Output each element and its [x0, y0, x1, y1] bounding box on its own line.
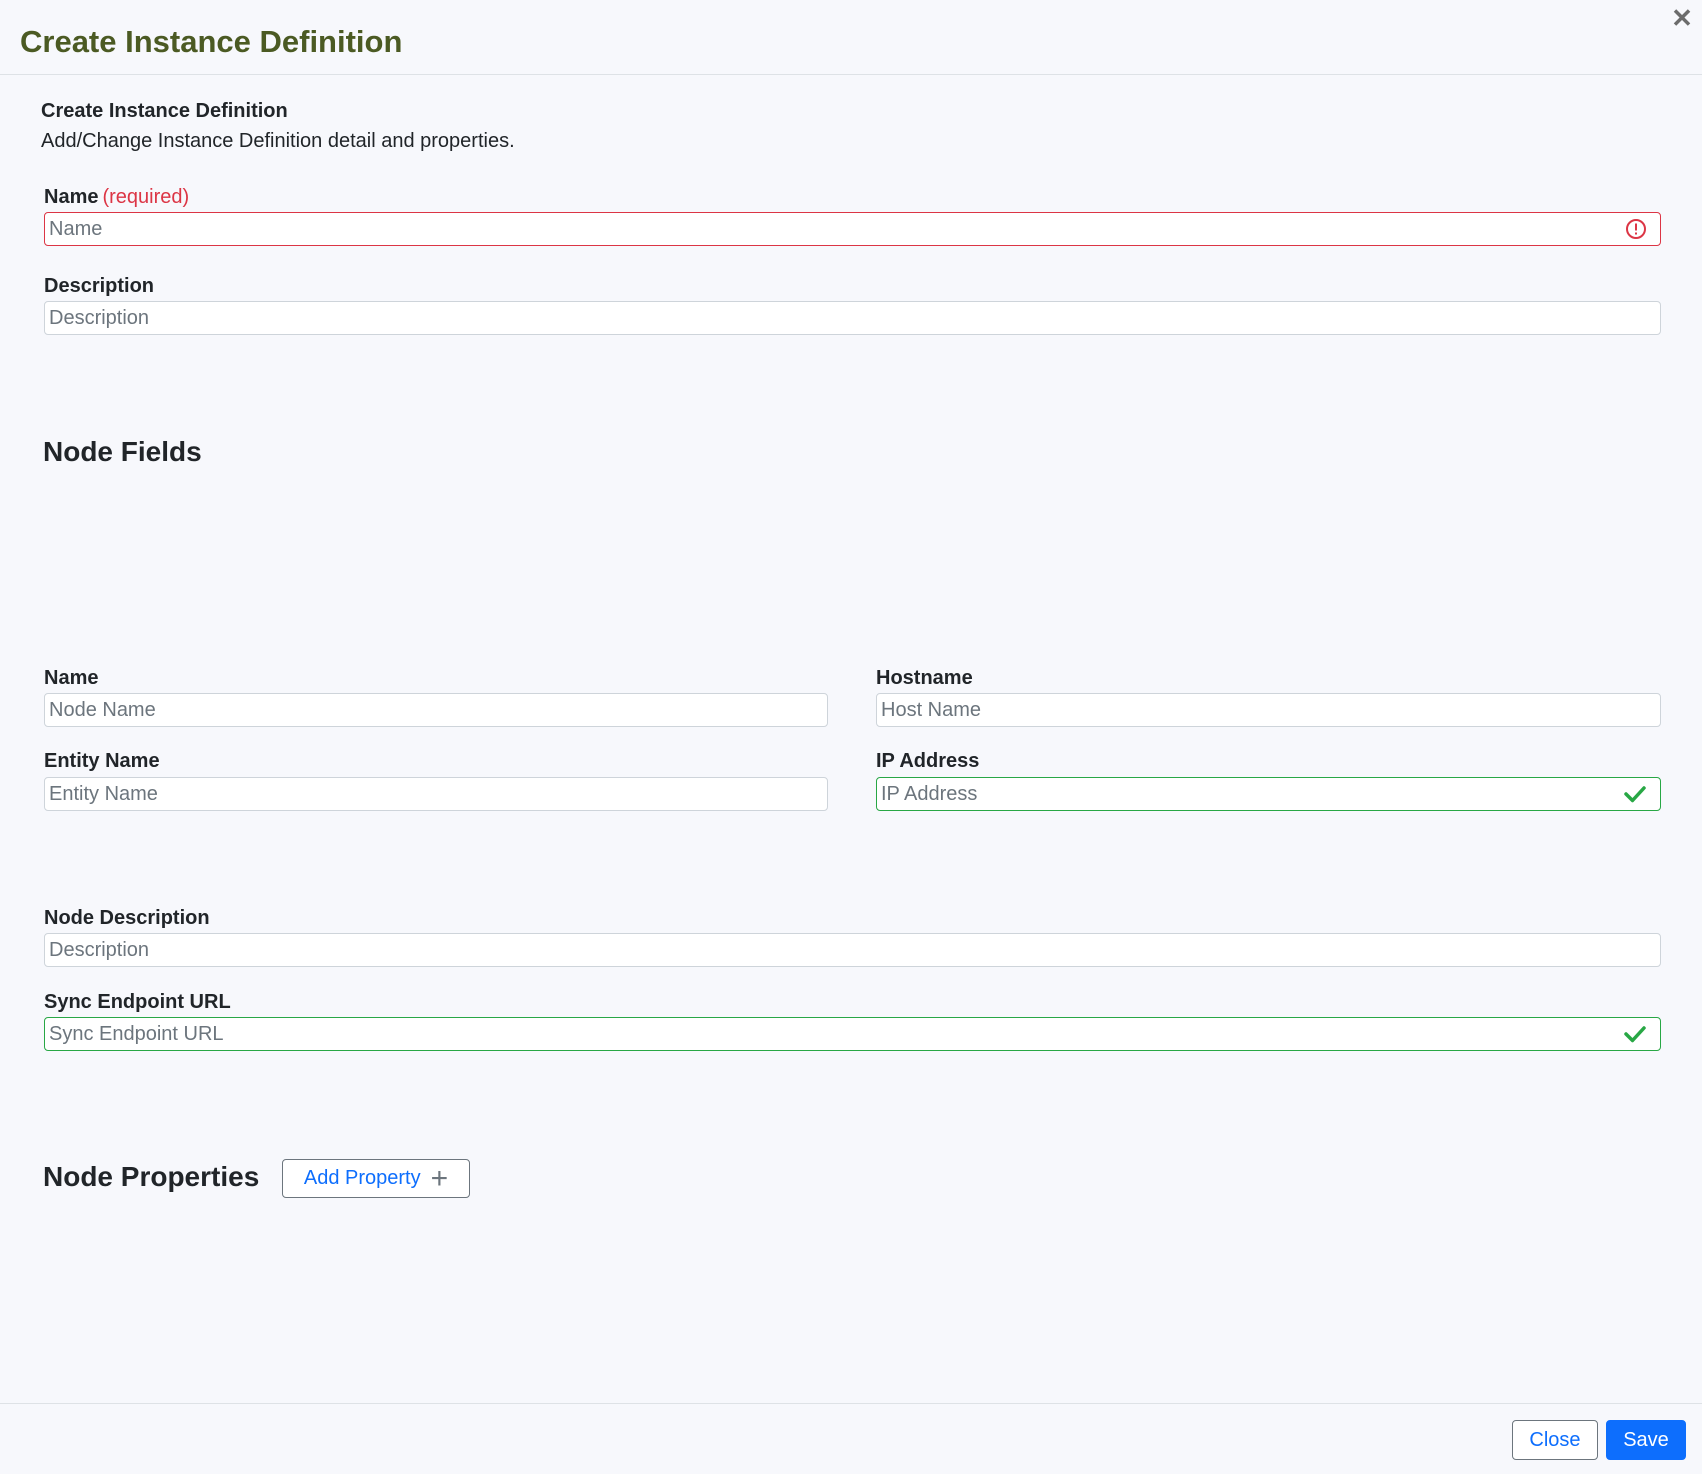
node-description-input[interactable] [44, 933, 1661, 967]
plus-icon: + [430, 1161, 449, 1195]
ip-address-label: IP Address [876, 750, 980, 772]
name-label: Name (required) [44, 186, 189, 209]
close-icon[interactable]: ✕ [1670, 4, 1694, 32]
error-circle-icon [1626, 219, 1646, 239]
header-divider [0, 74, 1702, 75]
required-indicator: (required) [102, 186, 190, 208]
add-property-label: Add Property [303, 1167, 421, 1189]
name-input[interactable] [44, 212, 1661, 246]
node-description-label: Node Description [44, 907, 210, 929]
close-button[interactable]: Close [1512, 1420, 1598, 1460]
sync-endpoint-url-input[interactable] [44, 1017, 1661, 1051]
form-section-title: Create Instance Definition [41, 100, 288, 122]
save-button[interactable]: Save [1606, 1420, 1686, 1460]
description-input[interactable] [44, 301, 1661, 335]
node-properties-heading: Node Properties [43, 1161, 260, 1192]
node-name-label: Name [44, 667, 99, 689]
node-name-input[interactable] [44, 693, 828, 727]
sync-endpoint-url-label: Sync Endpoint URL [44, 991, 231, 1013]
description-label: Description [44, 275, 155, 297]
form-section-description: Add/Change Instance Definition detail an… [41, 130, 515, 152]
entity-name-label: Entity Name [44, 750, 160, 772]
hostname-label: Hostname [876, 667, 973, 689]
ip-address-input[interactable] [876, 777, 1661, 811]
add-property-button[interactable]: Add Property + [282, 1159, 470, 1198]
name-label-text: Name [44, 186, 99, 208]
node-fields-heading: Node Fields [43, 436, 202, 467]
dialog-title: Create Instance Definition [20, 24, 403, 59]
check-icon [1624, 786, 1646, 803]
hostname-input[interactable] [876, 693, 1661, 727]
footer-divider [0, 1403, 1702, 1404]
check-icon [1624, 1026, 1646, 1043]
entity-name-input[interactable] [44, 777, 828, 811]
